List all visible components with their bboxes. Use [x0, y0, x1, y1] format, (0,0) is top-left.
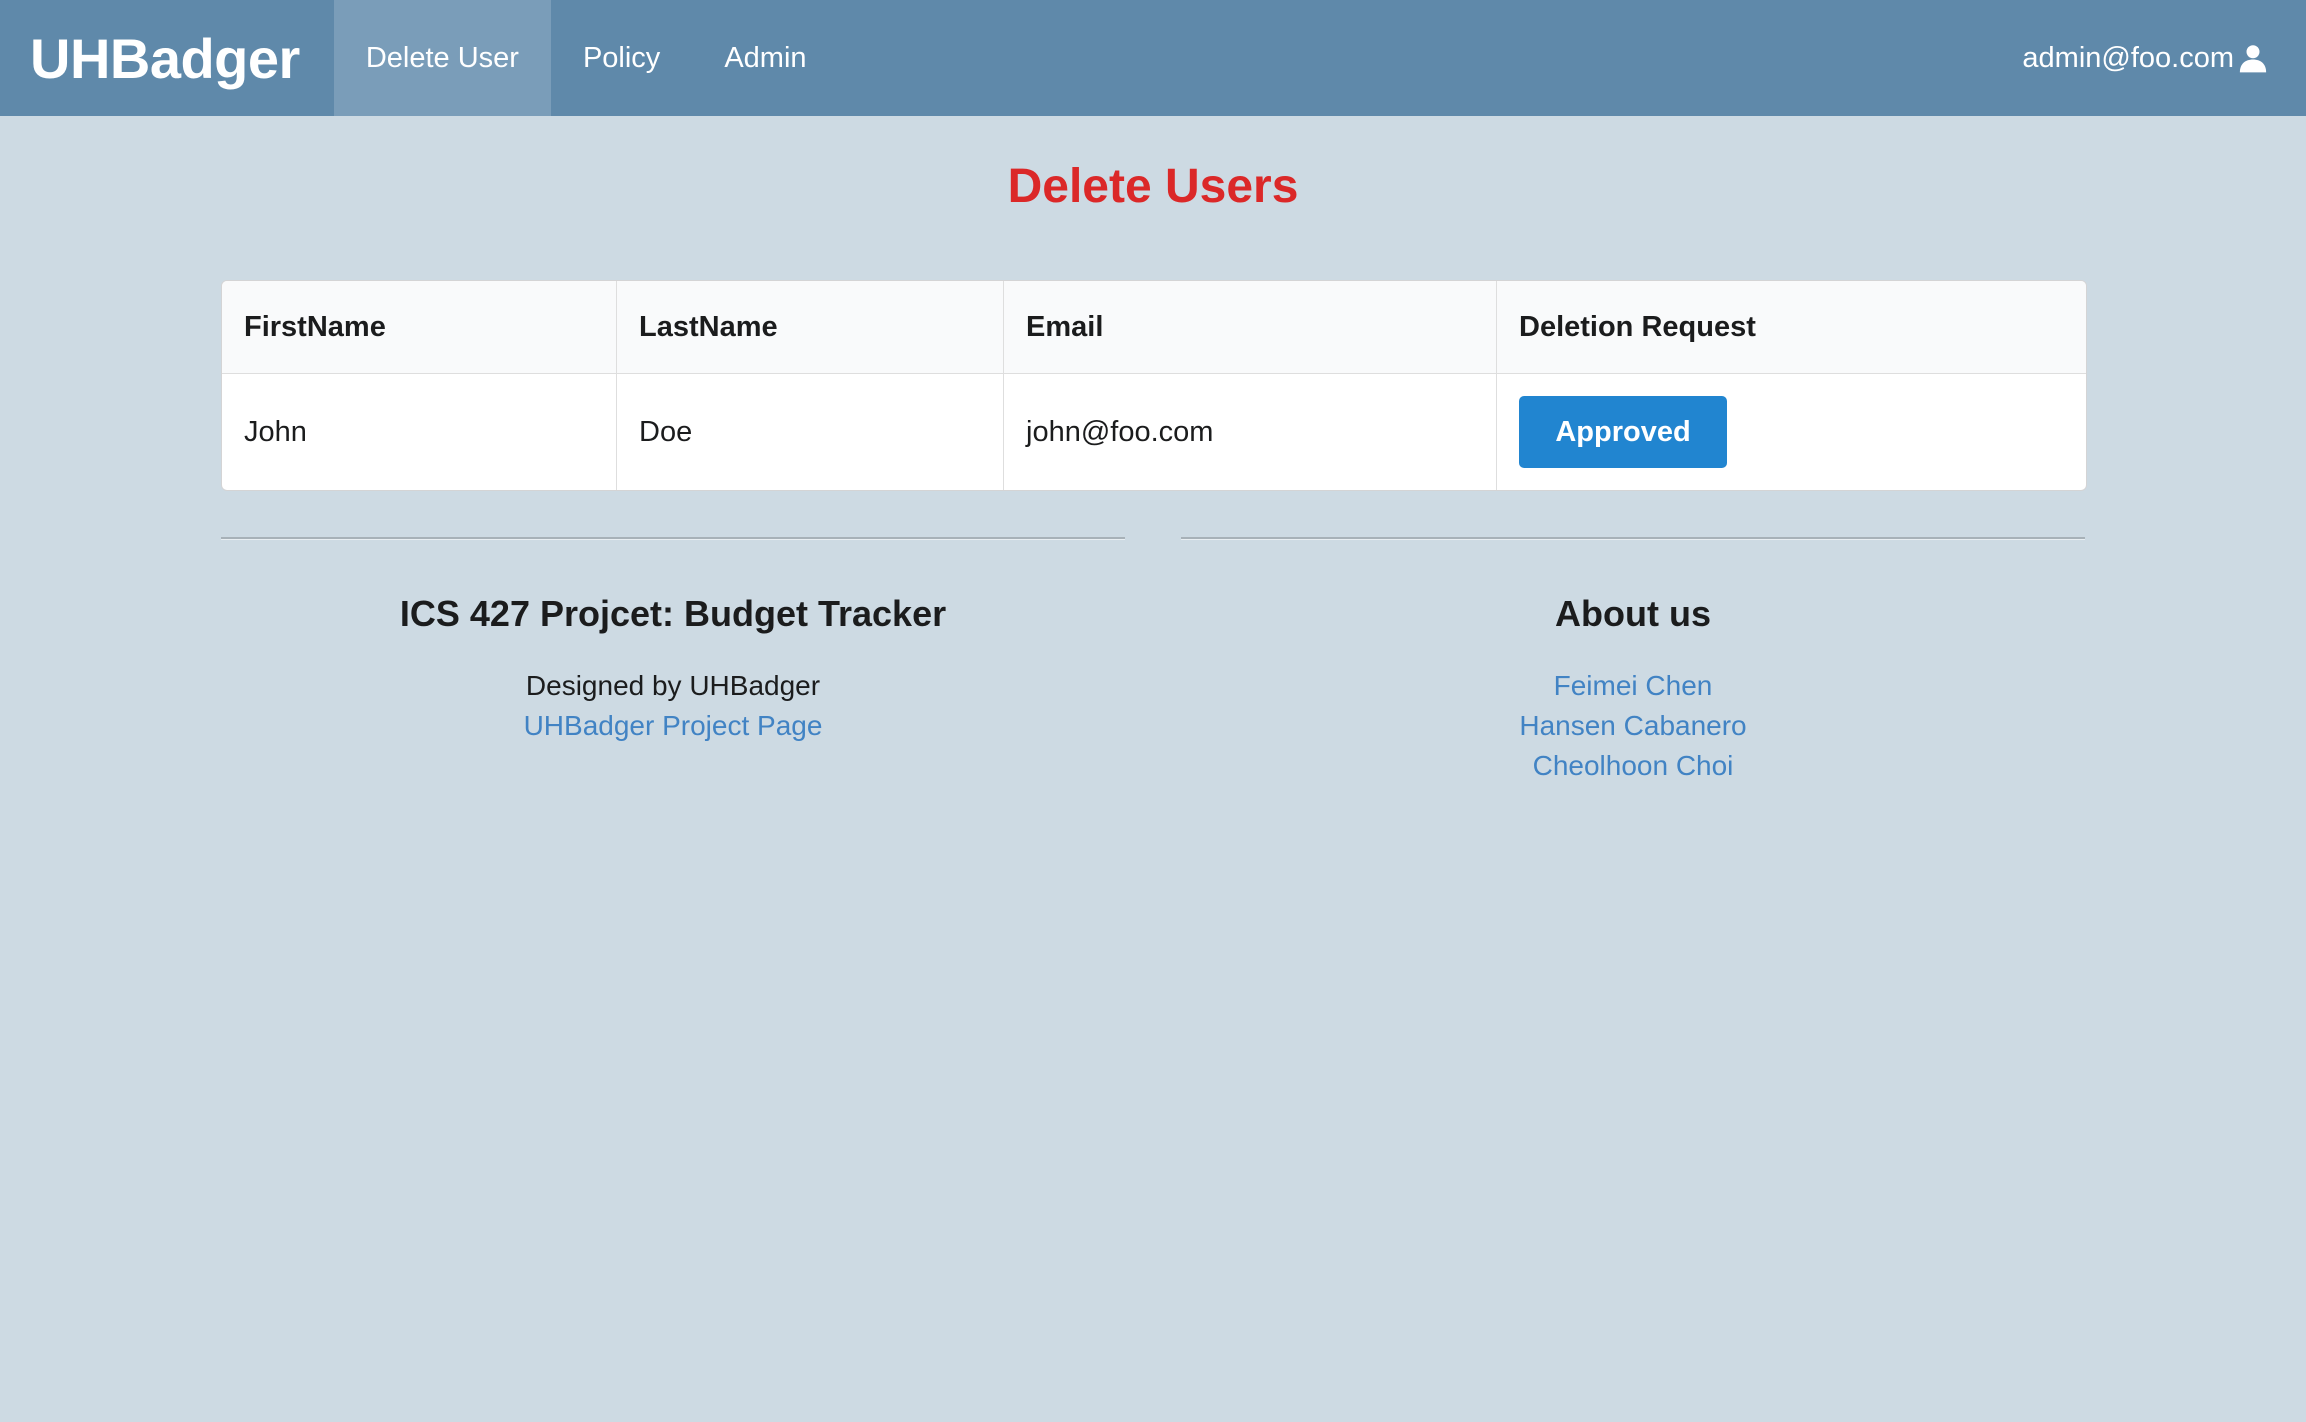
- approved-button[interactable]: Approved: [1519, 396, 1727, 468]
- top-navbar: UHBadger Delete User Policy Admin admin@…: [0, 0, 2306, 116]
- brand-logo[interactable]: UHBadger: [0, 0, 334, 116]
- member-link-feimei-chen[interactable]: Feimei Chen: [1181, 666, 2085, 706]
- member-link-hansen-cabanero[interactable]: Hansen Cabanero: [1181, 706, 2085, 746]
- cell-last-name: Doe: [616, 373, 1004, 490]
- project-page-link[interactable]: UHBadger Project Page: [221, 706, 1125, 746]
- column-header-deletion-request: Deletion Request: [1496, 281, 2086, 374]
- footer-divider-left: [221, 537, 1125, 540]
- cell-first-name: John: [244, 415, 307, 448]
- footer-project-heading: ICS 427 Projcet: Budget Tracker: [399, 593, 947, 634]
- user-menu[interactable]: admin@foo.com: [2022, 0, 2306, 116]
- footer-project-info: ICS 427 Projcet: Budget Tracker Designed…: [221, 590, 1125, 746]
- column-header-email: Email: [1003, 281, 1497, 374]
- cell-email: john@foo.com: [1003, 373, 1497, 490]
- table-header-row: FirstName LastName Email Deletion Reques…: [222, 281, 2086, 374]
- cell-deletion-request: Approved: [1496, 373, 2086, 490]
- member-link-cheolhoon-choi[interactable]: Cheolhoon Choi: [1181, 746, 2085, 786]
- users-table: FirstName LastName Email Deletion Reques…: [221, 280, 2087, 491]
- nav-item-admin[interactable]: Admin: [692, 0, 838, 116]
- nav-item-policy[interactable]: Policy: [551, 0, 692, 116]
- user-email: admin@foo.com: [2022, 41, 2234, 74]
- footer-divider-right: [1181, 537, 2085, 540]
- footer-about-us: About us Feimei Chen Hansen Cabanero Che…: [1181, 590, 2085, 786]
- footer-designed-by: Designed by UHBadger: [525, 670, 821, 701]
- column-header-firstname: FirstName: [222, 281, 617, 374]
- nav-item-delete-user[interactable]: Delete User: [333, 0, 551, 116]
- table-row: John Doe john@foo.com Approved: [222, 373, 2086, 490]
- footer-about-heading: About us: [1555, 593, 1711, 634]
- user-icon: [2239, 45, 2267, 73]
- column-header-lastname: LastName: [616, 281, 1004, 374]
